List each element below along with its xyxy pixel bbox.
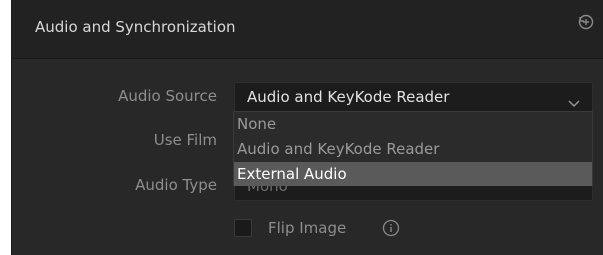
audio-source-select[interactable]: Audio and KeyKode Reader <box>234 82 593 112</box>
audio-sync-panel: Audio and Synchronization Audio Source A… <box>11 0 603 255</box>
dropdown-item-audio-keykode[interactable]: Audio and KeyKode Reader <box>234 137 592 161</box>
panel-title: Audio and Synchronization <box>35 18 236 36</box>
info-icon[interactable] <box>382 219 400 237</box>
audio-source-dropdown: None Audio and KeyKode Reader External A… <box>233 111 593 186</box>
reset-icon[interactable] <box>577 13 595 31</box>
chevron-down-icon <box>568 93 580 112</box>
flip-image-label: Flip Image <box>268 219 347 237</box>
dropdown-item-external-audio[interactable]: External Audio <box>234 162 592 186</box>
audio-source-label: Audio Source <box>118 87 217 105</box>
dropdown-item-none[interactable]: None <box>234 112 592 136</box>
audio-type-label: Audio Type <box>135 176 217 194</box>
audio-source-value: Audio and KeyKode Reader <box>247 88 450 106</box>
use-film-label: Use Film <box>153 131 217 149</box>
panel-header: Audio and Synchronization <box>12 0 603 59</box>
flip-image-checkbox[interactable] <box>234 219 252 237</box>
